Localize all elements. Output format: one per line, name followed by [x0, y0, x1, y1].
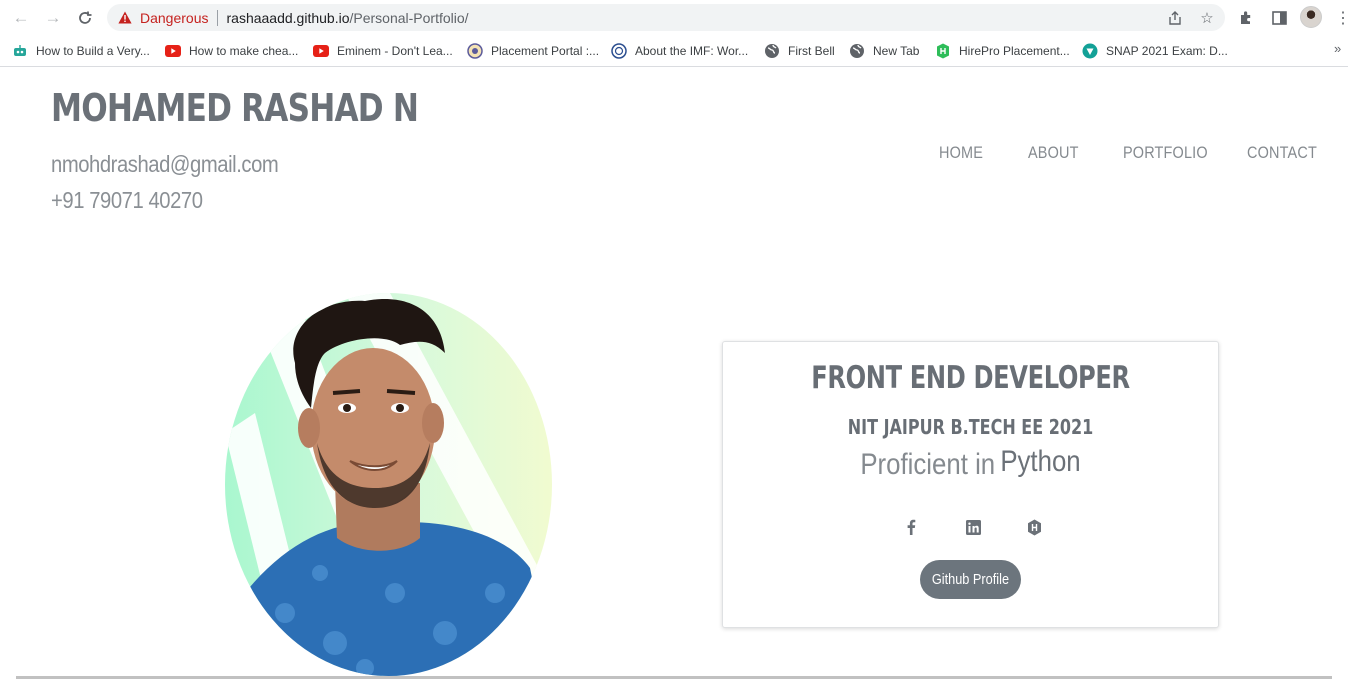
- bookmark-item[interactable]: How to make chea...: [165, 41, 298, 61]
- bookmarks-bar: How to Build a Very... How to make chea.…: [0, 35, 1348, 67]
- bookmark-label: How to make chea...: [189, 44, 299, 58]
- url-path: /Personal-Portfolio/: [349, 9, 469, 26]
- security-label[interactable]: Dangerous: [140, 10, 209, 26]
- warning-icon[interactable]: [118, 11, 132, 25]
- role-title: FRONT END DEVELOPER: [811, 360, 1130, 396]
- globe-icon: [764, 43, 780, 59]
- bookmark-label: New Tab: [873, 44, 920, 58]
- side-panel-icon[interactable]: [1268, 7, 1290, 29]
- email-text: nmohdrashad@gmail.com: [51, 151, 279, 177]
- url-text[interactable]: rashaaadd.github.io/Personal-Portfolio/: [227, 10, 469, 26]
- bookmark-item[interactable]: First Bell: [764, 41, 835, 61]
- hackerrank-icon[interactable]: [1024, 517, 1044, 537]
- proficiency-line: Proficient in Python: [758, 445, 1184, 482]
- omnibox-divider: [216, 9, 218, 26]
- share-icon[interactable]: [1165, 8, 1185, 28]
- bookmark-item[interactable]: SNAP 2021 Exam: D...: [1082, 41, 1228, 61]
- snap-icon: [1082, 43, 1098, 59]
- college-seal-icon: [467, 43, 483, 59]
- profile-photo: [225, 293, 552, 676]
- education-subtitle: NIT JAIPUR B.TECH EE 2021: [847, 415, 1094, 439]
- profile-card: FRONT END DEVELOPER NIT JAIPUR B.TECH EE…: [722, 341, 1219, 628]
- site-name: MOHAMED RASHAD N: [51, 86, 419, 130]
- bookmark-item[interactable]: HirePro Placement...: [935, 41, 1070, 61]
- nav-about[interactable]: ABOUT: [1028, 143, 1079, 163]
- bookmark-item[interactable]: About the IMF: Wor...: [611, 41, 748, 61]
- nav-portfolio[interactable]: PORTFOLIO: [1123, 143, 1208, 163]
- hirepro-icon: [935, 43, 951, 59]
- proficiency-skill: Python: [1000, 445, 1081, 478]
- bookmark-label: Placement Portal :...: [491, 44, 600, 58]
- url-host: rashaaadd.github.io: [226, 9, 350, 26]
- menu-kebab-icon[interactable]: ⋮: [1332, 7, 1348, 29]
- bookmark-item[interactable]: How to Build a Very...: [12, 41, 150, 61]
- globe-icon: [849, 43, 865, 59]
- back-icon[interactable]: ←: [10, 7, 32, 29]
- bookmark-label: HirePro Placement...: [959, 44, 1070, 58]
- facebook-icon[interactable]: [901, 517, 921, 537]
- robot-icon: [12, 43, 28, 59]
- extensions-icon[interactable]: [1236, 7, 1258, 29]
- reload-icon[interactable]: [74, 7, 96, 29]
- imf-seal-icon: [611, 43, 627, 59]
- github-profile-label: Github Profile: [931, 571, 1010, 588]
- bookmark-star-icon[interactable]: ☆: [1197, 8, 1217, 28]
- profile-avatar[interactable]: [1300, 6, 1322, 28]
- bookmark-item[interactable]: New Tab: [849, 41, 919, 61]
- bookmark-label: First Bell: [788, 44, 835, 58]
- bookmark-label: How to Build a Very...: [36, 44, 150, 58]
- bookmark-item[interactable]: Placement Portal :...: [467, 41, 599, 61]
- proficiency-prefix: Proficient in: [860, 448, 996, 481]
- bookmark-item[interactable]: Eminem - Don't Lea...: [313, 41, 453, 61]
- youtube-icon: [165, 43, 181, 59]
- more-bookmarks-icon[interactable]: »: [1334, 41, 1341, 56]
- address-bar[interactable]: Dangerous rashaaadd.github.io/Personal-P…: [107, 4, 1225, 31]
- github-profile-button[interactable]: Github Profile: [920, 560, 1021, 599]
- linkedin-icon[interactable]: [963, 517, 983, 537]
- nav-home[interactable]: HOME: [939, 143, 983, 163]
- bookmark-label: About the IMF: Wor...: [635, 44, 749, 58]
- phone-text: +91 79071 40270: [51, 187, 203, 213]
- bookmark-label: Eminem - Don't Lea...: [337, 44, 453, 58]
- youtube-icon: [313, 43, 329, 59]
- forward-icon[interactable]: →: [42, 7, 64, 29]
- browser-toolbar: ← → Dangerous rashaaadd.github.io/Person…: [0, 0, 1348, 35]
- nav-contact[interactable]: CONTACT: [1247, 143, 1317, 163]
- bookmark-label: SNAP 2021 Exam: D...: [1106, 44, 1228, 58]
